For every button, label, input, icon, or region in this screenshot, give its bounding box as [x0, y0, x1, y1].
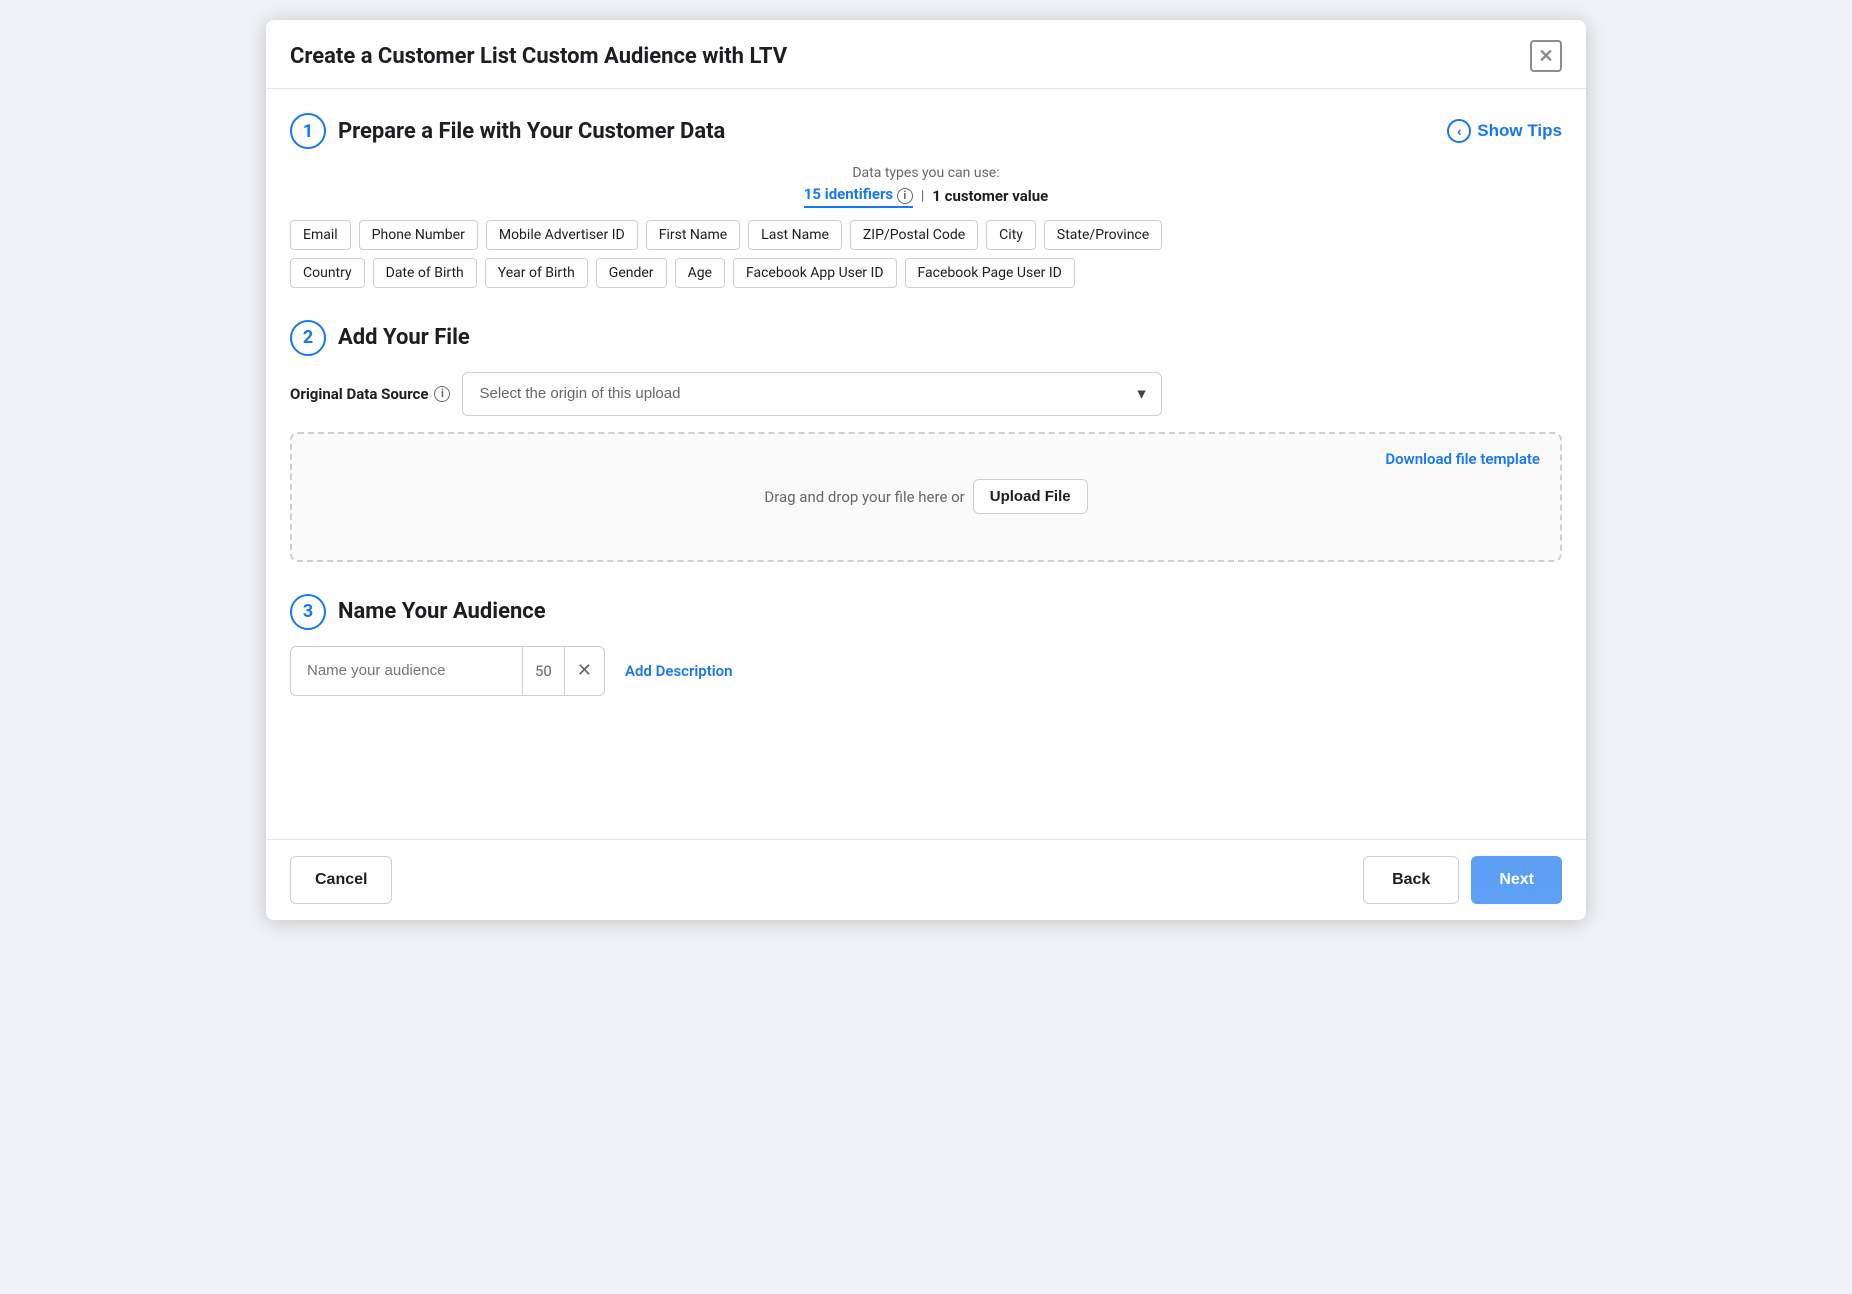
identifiers-badge: 15 identifiers i: [804, 185, 913, 208]
close-button[interactable]: ✕: [1530, 40, 1562, 72]
identifiers-info-icon[interactable]: i: [897, 188, 913, 204]
identifiers-label: 15 identifiers: [804, 185, 893, 203]
show-tips-label: Show Tips: [1477, 121, 1562, 141]
cancel-button[interactable]: Cancel: [290, 856, 392, 904]
step3-circle: 3: [290, 594, 326, 630]
tag-zip: ZIP/Postal Code: [850, 220, 978, 250]
drop-text: Drag and drop your file here or Upload F…: [764, 479, 1087, 514]
step1-header: 1 Prepare a File with Your Customer Data…: [290, 113, 1562, 149]
tag-dob: Date of Birth: [373, 258, 477, 288]
show-tips-button[interactable]: ‹ Show Tips: [1447, 119, 1562, 143]
tag-mobile-advertiser-id: Mobile Advertiser ID: [486, 220, 638, 250]
customer-value-label: 1 customer value: [932, 187, 1048, 205]
tag-fb-app-user-id: Facebook App User ID: [733, 258, 897, 288]
add-description-link[interactable]: Add Description: [625, 662, 733, 680]
origin-select-wrapper: Select the origin of this upload ▼: [462, 372, 1162, 416]
data-source-label-text: Original Data Source: [290, 385, 428, 403]
step2-title: Add Your File: [338, 325, 470, 350]
modal-header: Create a Customer List Custom Audience w…: [266, 20, 1586, 89]
tags-row-2: Country Date of Birth Year of Birth Gend…: [290, 258, 1562, 288]
tag-first-name: First Name: [646, 220, 740, 250]
step3-title: Name Your Audience: [338, 599, 546, 624]
modal-footer: Cancel Back Next: [266, 839, 1586, 920]
footer-right: Back Next: [1363, 856, 1562, 904]
download-template-link[interactable]: Download file template: [1385, 450, 1540, 468]
tags-row-1: Email Phone Number Mobile Advertiser ID …: [290, 220, 1562, 250]
char-count: 50: [522, 647, 564, 695]
data-source-row: Original Data Source i Select the origin…: [290, 372, 1562, 416]
tag-email: Email: [290, 220, 351, 250]
step2-section: 2 Add Your File Original Data Source i S…: [290, 320, 1562, 562]
tag-last-name: Last Name: [748, 220, 842, 250]
audience-name-input[interactable]: [291, 647, 522, 695]
tag-country: Country: [290, 258, 365, 288]
drag-drop-label: Drag and drop your file here or: [764, 488, 964, 506]
tag-fb-page-user-id: Facebook Page User ID: [905, 258, 1075, 288]
show-tips-icon: ‹: [1447, 119, 1471, 143]
step1-title: Prepare a File with Your Customer Data: [338, 119, 725, 144]
data-types-label: Data types you can use:: [290, 165, 1562, 181]
tag-gender: Gender: [596, 258, 667, 288]
tag-yob: Year of Birth: [485, 258, 588, 288]
clear-audience-button[interactable]: ✕: [564, 647, 604, 695]
step3-header: 3 Name Your Audience: [290, 594, 1562, 630]
data-types-info: Data types you can use: 15 identifiers i…: [290, 165, 1562, 208]
step2-circle: 2: [290, 320, 326, 356]
next-button[interactable]: Next: [1471, 856, 1562, 904]
modal-container: Create a Customer List Custom Audience w…: [266, 20, 1586, 920]
step1-circle: 1: [290, 113, 326, 149]
back-button[interactable]: Back: [1363, 856, 1459, 904]
step1-section: 1 Prepare a File with Your Customer Data…: [290, 113, 1562, 288]
data-source-label: Original Data Source i: [290, 385, 450, 403]
audience-row-container: 50 ✕ Add Description: [290, 646, 1562, 696]
modal-body: 1 Prepare a File with Your Customer Data…: [266, 89, 1586, 839]
origin-select[interactable]: Select the origin of this upload: [462, 372, 1162, 416]
step3-section: 3 Name Your Audience 50 ✕ Add Descriptio…: [290, 594, 1562, 696]
data-source-info-icon[interactable]: i: [434, 386, 450, 402]
step2-header: 2 Add Your File: [290, 320, 1562, 356]
drop-zone[interactable]: Download file template Drag and drop you…: [290, 432, 1562, 562]
upload-file-button[interactable]: Upload File: [973, 479, 1088, 514]
identifiers-row: 15 identifiers i | 1 customer value: [290, 185, 1562, 208]
modal-title: Create a Customer List Custom Audience w…: [290, 44, 787, 69]
tag-phone: Phone Number: [359, 220, 478, 250]
tag-state: State/Province: [1044, 220, 1162, 250]
tag-age: Age: [675, 258, 725, 288]
audience-input-row: 50 ✕: [290, 646, 605, 696]
separator: |: [921, 188, 924, 204]
tag-city: City: [986, 220, 1036, 250]
